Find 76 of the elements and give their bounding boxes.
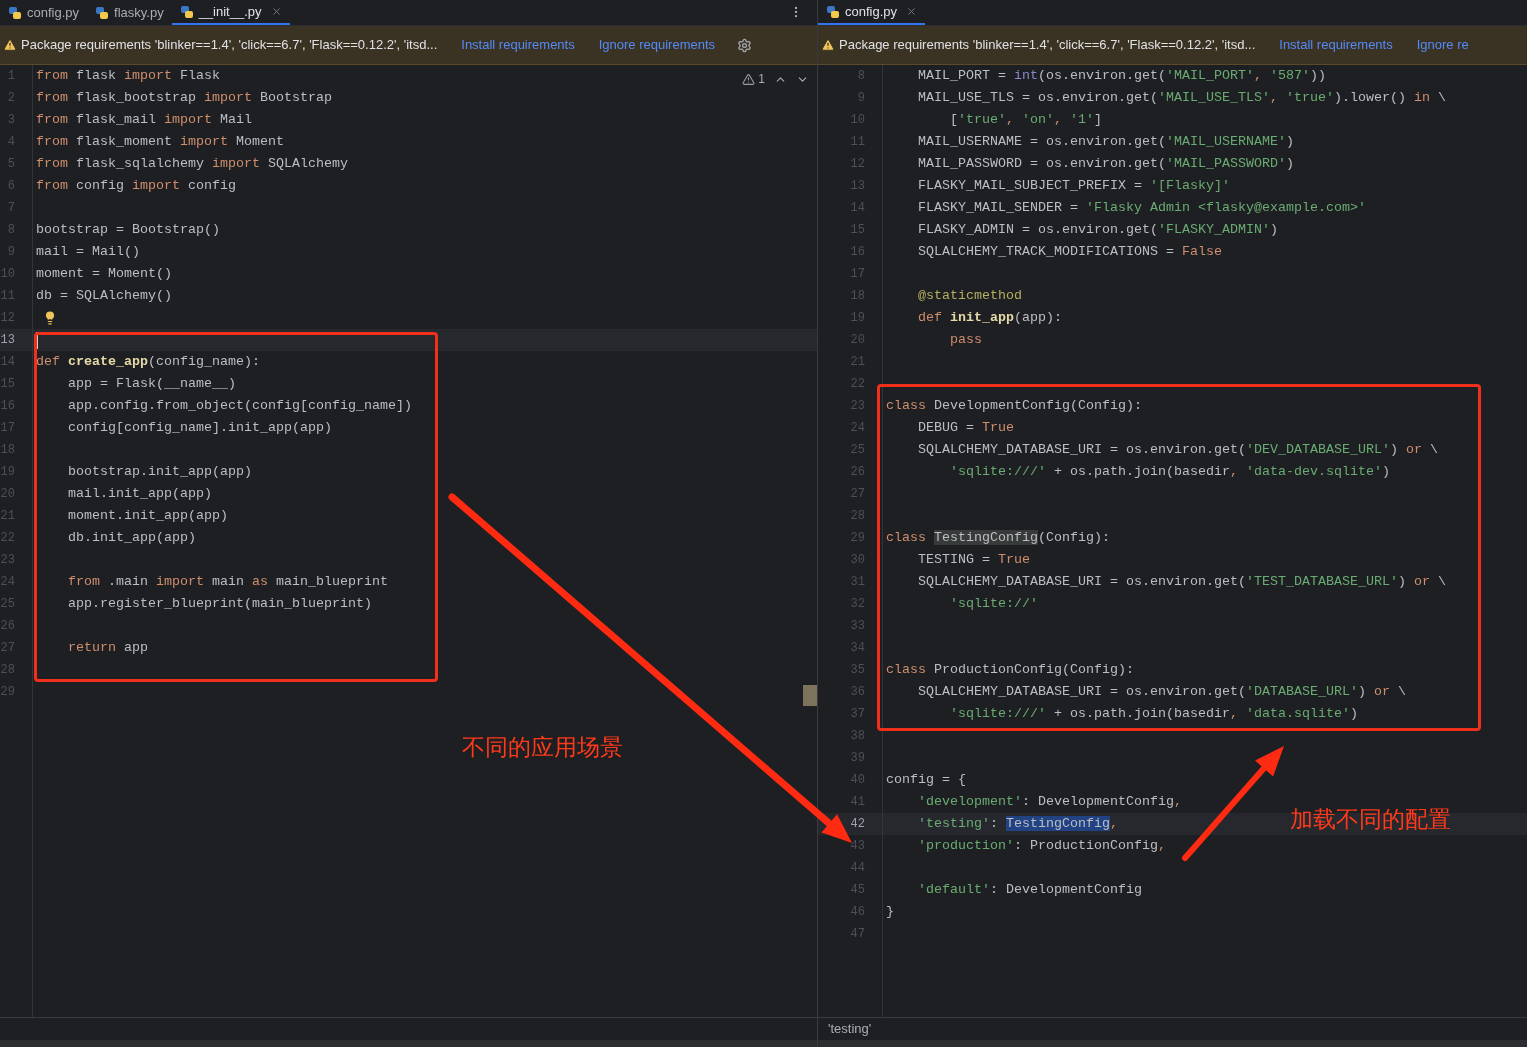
status-text: 'testing' <box>828 1020 872 1039</box>
code-line: config[config_name].init_app(app) <box>67 419 332 437</box>
code-line: MAIL_PORT = int(os.environ.get('MAIL_PORT', '587')) <box>917 67 1326 85</box>
line-number: 13 <box>0 332 15 349</box>
code-line: SQLALCHEMY_TRACK_MODIFICATIONS = False <box>917 243 1222 261</box>
code-line: from .main import main as main_blueprint <box>67 573 388 591</box>
warning-icon <box>3 38 17 52</box>
code-line: bootstrap = Bootstrap() <box>36 221 220 239</box>
code-line: MAIL_USE_TLS = os.environ.get('MAIL_USE_TLS', 'true').lower() in \ <box>917 89 1446 107</box>
code-line: def init_app(app): <box>917 309 1062 327</box>
warning-count[interactable]: 1 <box>758 70 765 88</box>
code-line: db.init_app(app) <box>67 529 196 547</box>
code-line: SQLALCHEMY_DATABASE_URI = os.environ.get('DATABASE_URL') or \ <box>917 683 1406 701</box>
code-line: from flask_bootstrap import Bootstrap <box>36 89 332 107</box>
code-line: } <box>886 903 894 921</box>
banner-link[interactable]: Ignore re <box>1416 35 1469 55</box>
code-line: app.config.from_object(config[config_name]) <box>67 397 412 415</box>
settings-icon[interactable] <box>737 37 753 53</box>
code-line: app = Flask(__name__) <box>67 375 236 393</box>
close-icon[interactable] <box>270 6 282 17</box>
code-line: 'production': ProductionConfig, <box>917 837 1166 855</box>
python-file-icon <box>95 5 110 20</box>
code-line: 'sqlite:///' + os.path.join(basedir, 'data-dev.sqlite') <box>949 463 1390 481</box>
close-icon[interactable] <box>906 6 918 17</box>
code-line: class DevelopmentConfig(Config): <box>886 397 1142 415</box>
code-line: SQLALCHEMY_DATABASE_URI = os.environ.get('TEST_DATABASE_URL') or \ <box>917 573 1446 591</box>
code-line: db = SQLAlchemy() <box>36 287 172 305</box>
line-number: 42 <box>850 816 865 833</box>
code-line: FLASKY_MAIL_SUBJECT_PREFIX = '[Flasky]' <box>917 177 1230 195</box>
banner-message: Package requirements 'blinker==1.4', 'click==6.7', 'Flask==0.12.2', 'itsd... <box>839 36 1256 55</box>
code-line: mail.init_app(app) <box>67 485 212 503</box>
code-line: 'sqlite:///' + os.path.join(basedir, 'data.sqlite') <box>949 705 1358 723</box>
code-line: FLASKY_MAIL_SENDER = 'Flasky Admin <flasky@example.com>' <box>917 199 1366 217</box>
code-line: MAIL_PASSWORD = os.environ.get('MAIL_PASSWORD') <box>917 155 1294 173</box>
code-line: moment = Moment() <box>36 265 172 283</box>
lightbulb-icon[interactable] <box>43 311 57 325</box>
code-line: return app <box>67 639 148 657</box>
python-file-icon <box>179 4 194 19</box>
code-line: from flask_sqlalchemy import SQLAlchemy <box>36 155 348 173</box>
banner-link[interactable]: Ignore requirements <box>598 35 716 55</box>
code-line: TESTING = True <box>917 551 1030 569</box>
code-line: mail = Mail() <box>36 243 140 261</box>
code-line: DEBUG = True <box>917 419 1014 437</box>
code-line: config = { <box>886 771 966 789</box>
code-line: from flask_mail import Mail <box>36 111 252 129</box>
warning-icon <box>821 38 835 52</box>
code-line: @staticmethod <box>917 287 1022 305</box>
code-line: app.register_blueprint(main_blueprint) <box>67 595 372 613</box>
annotation-label: 不同的应用场景 <box>462 733 623 762</box>
python-file-icon <box>826 4 840 19</box>
code-line: SQLALCHEMY_DATABASE_URI = os.environ.get('DEV_DATABASE_URL') or \ <box>917 441 1438 459</box>
code-line: class ProductionConfig(Config): <box>886 661 1134 679</box>
banner-link[interactable]: Install requirements <box>1279 35 1393 55</box>
code-line: ['true', 'on', '1'] <box>949 111 1102 129</box>
annotation-label: 加载不同的配置 <box>1290 805 1451 834</box>
python-file-icon <box>8 5 22 20</box>
code-line: 'default': DevelopmentConfig <box>917 881 1142 899</box>
code-line: class TestingConfig(Config): <box>886 529 1110 547</box>
code-line: from flask_moment import Moment <box>36 133 284 151</box>
code-line: moment.init_app(app) <box>67 507 228 525</box>
code-line: FLASKY_ADMIN = os.environ.get('FLASKY_ADMIN') <box>917 221 1278 239</box>
editor-tab[interactable]: config.py <box>0 0 88 25</box>
banner-message: Package requirements 'blinker==1.4', 'click==6.7', 'Flask==0.12.2', 'itsd... <box>21 36 438 55</box>
banner-link[interactable]: Install requirements <box>461 35 575 55</box>
code-line: 'sqlite://' <box>949 595 1038 613</box>
code-line: def create_app(config_name): <box>36 353 260 371</box>
scrollbar-marker <box>803 685 817 706</box>
warning-icon[interactable] <box>742 72 756 86</box>
code-line: MAIL_USERNAME = os.environ.get('MAIL_USERNAME') <box>917 133 1294 151</box>
code-line: from flask import Flask <box>36 67 220 85</box>
code-line: pass <box>949 331 982 349</box>
code-line: from config import config <box>36 177 236 195</box>
code-line: 'development': DevelopmentConfig, <box>917 793 1182 811</box>
code-line: bootstrap.init_app(app) <box>67 463 252 481</box>
code-line: 'testing': TestingConfig, <box>917 815 1118 833</box>
editor-tab[interactable]: flasky.py <box>87 0 172 25</box>
